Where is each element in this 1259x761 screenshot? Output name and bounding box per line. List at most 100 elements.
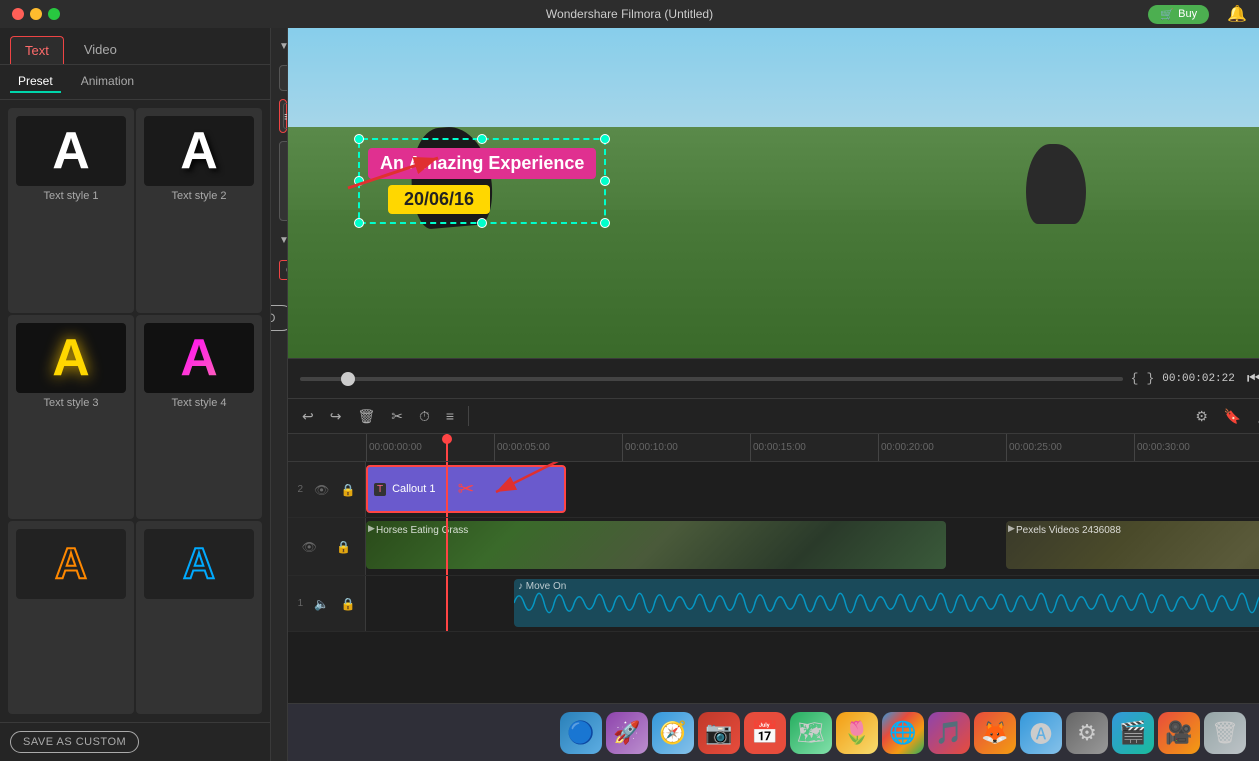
maximize-button[interactable] — [48, 8, 60, 20]
grass-bg — [288, 210, 1259, 359]
style-preview-2: A — [144, 116, 254, 186]
style-label-2: Text style 2 — [171, 190, 226, 202]
ruler-playhead — [446, 434, 448, 461]
tab-text[interactable]: Text — [10, 36, 64, 64]
handle-bm[interactable] — [477, 218, 487, 228]
step-back-button[interactable]: ⏮ — [1243, 368, 1259, 390]
font-settings-panel: ▼ Font Montserrat Bold Regular ≡ B I ≣ ≡… — [271, 28, 288, 761]
ruler-mark-0: 00:00:00:00 — [366, 434, 494, 462]
horses-clip[interactable]: ▶ Horses Eating Grass — [366, 521, 946, 569]
list-item[interactable]: A Text style 3 — [8, 315, 134, 520]
settings-collapse-arrow[interactable]: ▼ — [279, 235, 288, 246]
style-preview-6: A — [144, 529, 254, 599]
subtab-preset[interactable]: Preset — [10, 71, 61, 93]
color-label: Color: — [279, 260, 288, 280]
dock-launchpad-icon[interactable]: 🚀 — [606, 712, 648, 754]
timecode-bracket-start[interactable]: { — [1131, 371, 1139, 386]
ruler-mark-4: 00:00:20:00 — [878, 434, 1006, 462]
audio-track-controls: 1 🔈 🔒 — [288, 576, 366, 631]
track-num-2: 2 — [298, 484, 304, 495]
dock-trash-icon[interactable]: 🗑 — [1204, 712, 1246, 754]
style-label-1: Text style 1 — [43, 190, 98, 202]
subtab-animation[interactable]: Animation — [73, 71, 142, 93]
audio-track-content: ♪ Move On — [366, 576, 1259, 631]
waveform-svg — [514, 579, 1259, 627]
mic-button[interactable]: 🎤 — [1251, 405, 1259, 428]
audio-clip[interactable]: ♪ Move On — [514, 579, 1259, 627]
timer-button[interactable]: ⏱ — [413, 405, 436, 428]
scrubber-thumb[interactable] — [341, 372, 355, 386]
ruler-mark-5: 00:00:25:00 — [1006, 434, 1134, 462]
handle-mr[interactable] — [600, 176, 610, 186]
callout-clip-name: Callout 1 — [392, 483, 435, 495]
sub-tabs: Preset Animation — [0, 65, 270, 100]
ruler-mark-1: 00:00:05:00 — [494, 434, 622, 462]
track-eye-button[interactable]: 👁 — [314, 483, 329, 497]
font-name-select[interactable]: Montserrat Bold — [279, 65, 288, 91]
dock-safari-icon[interactable]: 🧭 — [652, 712, 694, 754]
dock-appstore-icon[interactable]: 🅐 — [1020, 712, 1062, 754]
save-as-custom-button[interactable]: SAVE AS CUSTOM — [10, 731, 139, 753]
minimize-button[interactable] — [30, 8, 42, 20]
dock-settings-icon[interactable]: ⚙ — [1066, 712, 1108, 754]
dock-finder-icon[interactable]: 🔵 — [560, 712, 602, 754]
list-item[interactable]: A — [136, 521, 262, 714]
format-toolbar: ≡ B I ≣ ≡ ☰ ≡ — [279, 99, 287, 133]
playhead-video-track — [446, 518, 448, 575]
buy-button[interactable]: 🛒 Buy — [1148, 5, 1209, 24]
scissors-icon: ✂ — [458, 477, 475, 502]
advanced-button[interactable]: ADVANCED — [271, 305, 288, 331]
handle-tm[interactable] — [477, 134, 487, 144]
monkeys-clip[interactable]: ▶ Pexels Videos 2436088 — [1006, 521, 1259, 569]
audio-track-lock-button[interactable]: 🔒 — [340, 597, 355, 611]
dock-firefox-icon[interactable]: 🦊 — [974, 712, 1016, 754]
close-button[interactable] — [12, 8, 24, 20]
text-overlay-container: An Amazing Experience 20/06/16 — [368, 148, 596, 214]
font-collapse-arrow[interactable]: ▼ — [279, 41, 288, 52]
callout-clip[interactable]: T Callout 1 ✂ — [366, 465, 566, 513]
bookmark-button[interactable]: 🔖 — [1218, 405, 1247, 428]
audio-track-mute-button[interactable]: 🔈 — [314, 597, 329, 611]
list-item[interactable]: A — [8, 521, 134, 714]
list-item[interactable]: A Text style 4 — [136, 315, 262, 520]
dock-filmora-orange-icon[interactable]: 🎥 — [1158, 712, 1200, 754]
selection-box — [358, 138, 606, 224]
handle-ml[interactable] — [354, 176, 364, 186]
video-track-controls: 👁 🔒 — [288, 518, 366, 575]
undo-button[interactable]: ↩ — [296, 405, 320, 428]
notification-icon[interactable]: 🔔 — [1227, 4, 1247, 24]
dock-picasa-icon[interactable]: 🌷 — [836, 712, 878, 754]
playback-timecode: 00:00:02:22 — [1162, 373, 1235, 385]
timeline-scrubber[interactable] — [300, 377, 1123, 381]
redo-button[interactable]: ↪ — [324, 405, 348, 428]
dock-photos-icon[interactable]: 📷 — [698, 712, 740, 754]
window-controls — [12, 8, 60, 20]
tab-video[interactable]: Video — [70, 36, 131, 64]
track-lock-button[interactable]: 🔒 — [340, 483, 355, 497]
dock-music-icon[interactable]: 🎵 — [928, 712, 970, 754]
list-item[interactable]: A Text style 1 — [8, 108, 134, 313]
delete-button[interactable]: 🗑 — [351, 405, 381, 428]
dock-maps-icon[interactable]: 🗺 — [790, 712, 832, 754]
cut-button[interactable]: ✂ — [385, 405, 409, 428]
filter-button[interactable]: ≡ — [440, 405, 460, 427]
ruler-playhead-head — [442, 434, 452, 444]
video-track-lock-button[interactable]: 🔒 — [336, 540, 351, 554]
video-track-content: ▶ Horses Eating Grass ▶ Pexels Videos 24… — [366, 518, 1259, 575]
handle-tl[interactable] — [354, 134, 364, 144]
dock-filmora-blue-icon[interactable]: 🎬 — [1112, 712, 1154, 754]
timecode-bracket-end[interactable]: } — [1146, 371, 1154, 386]
handle-bl[interactable] — [354, 218, 364, 228]
dock-calendar-icon[interactable]: 📅 — [744, 712, 786, 754]
video-track-eye-button[interactable]: 👁 — [302, 540, 317, 554]
style-label-3: Text style 3 — [43, 397, 98, 409]
style-label-4: Text style 4 — [171, 397, 226, 409]
timeline-tracks: 2 👁 🔒 T Callout 1 ✂ — [288, 462, 1259, 703]
main-layout: Text Video Preset Animation A Text style… — [0, 28, 1259, 761]
track-num-1: 1 — [298, 598, 304, 609]
list-item[interactable]: A Text style 2 — [136, 108, 262, 313]
track-settings-button[interactable]: ⚙ — [1189, 405, 1214, 428]
text-edit-area[interactable]: An Amazing Experience — [279, 141, 288, 221]
window-title: Wondershare Filmora (Untitled) — [546, 7, 713, 21]
dock-chrome-icon[interactable]: 🌐 — [882, 712, 924, 754]
